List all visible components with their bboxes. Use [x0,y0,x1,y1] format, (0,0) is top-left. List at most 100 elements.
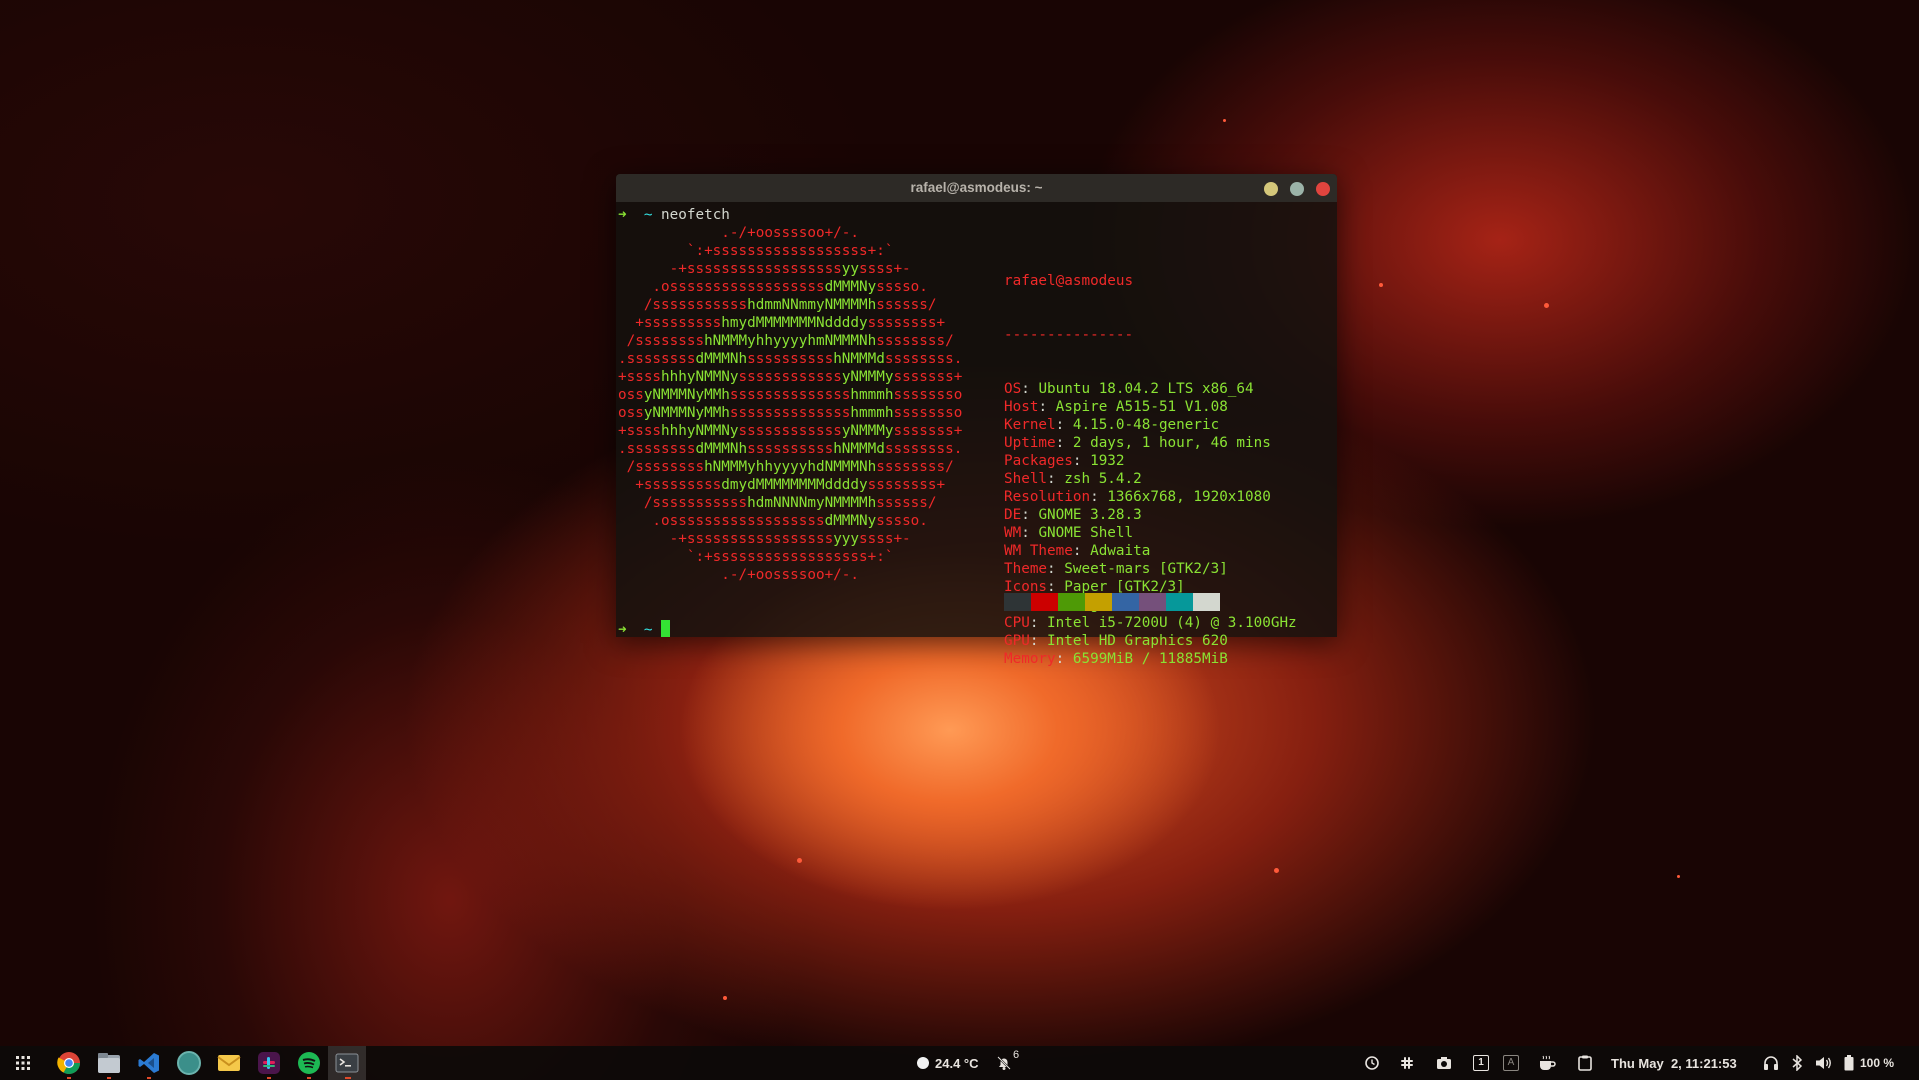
mail-icon[interactable] [214,1046,244,1080]
prompt-dir: ~ [643,207,653,223]
info-key: Host [1004,399,1039,415]
info-row: Kernel: 4.15.0-48-generic [1004,417,1220,433]
color-swatch [1004,593,1031,611]
ascii-logo-line: +sssshhhyNMMNyssssssssssssyNMMMysssssss+ [618,423,963,439]
color-swatch [1085,593,1112,611]
files-icon[interactable] [94,1046,124,1080]
bell-off-icon [997,1056,1011,1070]
volume-icon[interactable] [1815,1046,1833,1080]
maximize-button[interactable] [1290,182,1304,196]
info-key: Memory [1004,651,1056,667]
color-swatch [1031,593,1058,611]
info-value: Aspire A515-51 V1.08 [1055,399,1228,415]
battery-indicator[interactable]: 100 % [1844,1046,1894,1080]
screenshot-icon[interactable] [1436,1046,1452,1080]
color-swatch [1139,593,1166,611]
color-swatch [1058,593,1085,611]
clock-alarm-icon[interactable] [1364,1046,1380,1080]
info-value: 6599MiB / 11885MiB [1072,651,1228,667]
info-value: 4.15.0-48-generic [1072,417,1220,433]
active-prompt[interactable]: ➜ ~ [618,620,671,639]
weather-icon [917,1057,929,1069]
slack-tray-icon[interactable] [1399,1046,1415,1080]
info-key: Shell [1004,471,1048,487]
headphones-icon[interactable] [1763,1046,1779,1080]
keyboard-indicator[interactable]: A [1503,1046,1519,1080]
ascii-logo-line: -+sssssssssssssssssyyyssss+- [618,531,911,547]
ascii-logo-line: +sssssssssdmydMMMMMMMMddddyssssssss+ [618,477,946,493]
terminal-body[interactable]: ➜ ~ neofetch .-/+oossssoo+/-. `:+sssssss… [616,202,1337,667]
info-value: zsh 5.4.2 [1064,471,1142,487]
slack-icon[interactable] [254,1046,284,1080]
info-value: 1366x768, 1920x1080 [1107,489,1271,505]
star [797,858,802,863]
spotify-icon[interactable] [294,1046,324,1080]
window-title: rafael@asmodeus: ~ [910,180,1043,195]
color-palette [1004,593,1220,611]
ascii-logo-line: `:+ssssssssssssssssss+:` [618,243,894,259]
caffeine-icon[interactable] [1538,1046,1556,1080]
ascii-logo-line: /sssssssshNMMMyhhyyyyhdNMMMNhssssssss/ [618,459,954,475]
apps-grid-icon[interactable] [8,1046,38,1080]
info-value: Ubuntu 18.04.2 LTS x86_64 [1038,381,1254,397]
ascii-logo-line: .ssssssssdMMMNhsssssssssshNMMMdssssssss. [618,441,963,457]
color-swatch [1166,593,1193,611]
star [723,996,727,1000]
info-value: 1932 [1090,453,1125,469]
chrome-icon[interactable] [54,1046,84,1080]
info-row: OS: Ubuntu 18.04.2 LTS x86_64 [1004,381,1254,397]
star [1544,303,1549,308]
info-row: Theme: Sweet-mars [GTK2/3] [1004,561,1228,577]
command-line: ➜ ~ neofetch [618,206,730,224]
info-row: Uptime: 2 days, 1 hour, 46 mins [1004,435,1271,451]
clipboard-icon[interactable] [1578,1046,1592,1080]
info-row: Memory: 6599MiB / 11885MiB [1004,651,1228,667]
ascii-logo-line: ossyNMMMNyMMhsssssssssssssshmmmhssssssso [618,405,963,421]
notification-count: 6 [1013,1049,1020,1061]
info-row: Resolution: 1366x768, 1920x1080 [1004,489,1271,505]
info-value: Intel i5-7200U (4) @ 3.100GHz [1047,615,1297,631]
info-value: Adwaita [1090,543,1151,559]
keyboard-layout: A [1503,1055,1519,1071]
notifications-indicator[interactable]: 6 [996,1046,1019,1080]
temperature: 24.4 °C [935,1055,979,1071]
workspace-indicator[interactable]: 1 [1473,1046,1489,1080]
ascii-logo-line: /ssssssssssshdmmNNmmyNMMMMhssssss/ [618,297,937,313]
ubuntu-ascii-logo: .-/+oossssoo+/-. `:+ssssssssssssssssss+:… [618,224,962,584]
close-button[interactable] [1316,182,1330,196]
color-swatch [1112,593,1139,611]
info-row: WM: GNOME Shell [1004,525,1134,541]
info-key: WM [1004,525,1022,541]
info-row: Shell: zsh 5.4.2 [1004,471,1142,487]
terminal-window[interactable]: rafael@asmodeus: ~ ➜ ~ neofetch .-/+ooss… [616,174,1337,667]
info-key: CPU [1004,615,1030,631]
info-key: Kernel [1004,417,1056,433]
info-value: Intel HD Graphics 620 [1047,633,1228,649]
ascii-logo-line: .ossssssssssssssssssdMMMNysssso. [618,279,928,295]
bluetooth-icon[interactable] [1791,1046,1803,1080]
browser-icon[interactable] [174,1046,204,1080]
info-key: OS [1004,381,1022,397]
info-key: Uptime [1004,435,1056,451]
vscode-icon[interactable] [134,1046,164,1080]
prompt-arrow-icon: ➜ [618,622,627,638]
ascii-logo-line: +ssssssssshmydMMMMMMMNddddyssssssss+ [618,315,946,331]
ascii-logo-line: .-/+oossssoo+/-. [618,225,860,241]
minimize-button[interactable] [1264,182,1278,196]
info-key: Theme [1004,561,1048,577]
ascii-logo-line: +sssshhhyNMMNyssssssssssssyNMMMysssssss+ [618,369,963,385]
battery-level: 100 % [1860,1056,1895,1070]
info-row: WM Theme: Adwaita [1004,543,1151,559]
command-text: neofetch [661,207,730,223]
workspace-number: 1 [1473,1055,1489,1071]
color-swatch [1193,593,1220,611]
info-value: 2 days, 1 hour, 46 mins [1072,435,1271,451]
info-key: WM Theme [1004,543,1073,559]
info-key: GPU [1004,633,1030,649]
weather-indicator[interactable]: 24.4 °C [917,1046,979,1080]
terminal-titlebar[interactable]: rafael@asmodeus: ~ [616,174,1337,202]
clock[interactable]: Thu May 2, 11:21:53 [1611,1046,1737,1080]
ascii-logo-line: .-/+oossssoo+/-. [618,567,860,583]
terminal-icon[interactable] [328,1046,366,1080]
system-info: rafael@asmodeus --------------- OS: Ubun… [1004,236,1297,704]
